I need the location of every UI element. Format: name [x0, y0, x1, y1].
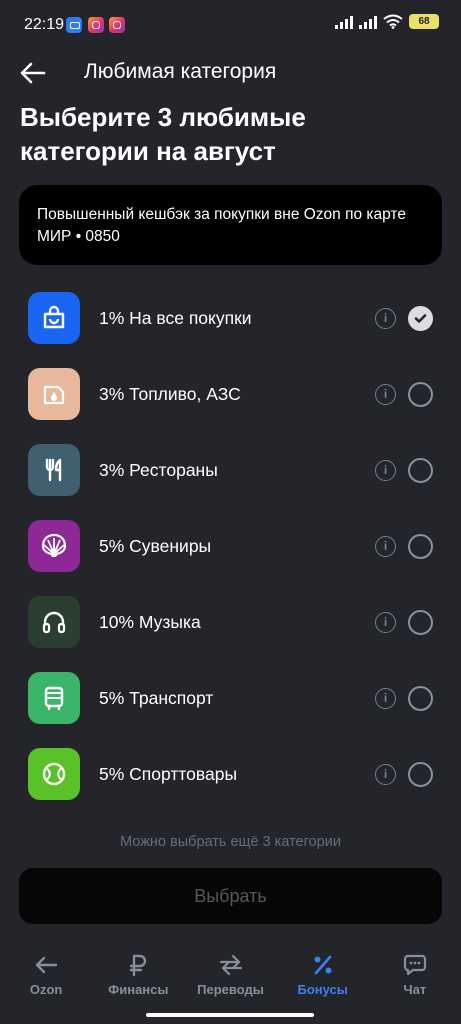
nav-item-chat[interactable]: Чат: [369, 940, 461, 1010]
info-icon[interactable]: i: [375, 688, 396, 709]
page-title: Любимая категория: [84, 60, 277, 83]
category-icon: [28, 672, 80, 724]
info-icon[interactable]: i: [375, 460, 396, 481]
info-icon[interactable]: i: [375, 612, 396, 633]
selection-hint: Можно выбрать ещё 3 категории: [120, 834, 341, 850]
category-checkbox[interactable]: [408, 686, 433, 711]
signal-icon: [359, 15, 377, 29]
choose-button[interactable]: Выбрать: [19, 868, 442, 924]
category-label: 10% Музыка: [99, 612, 201, 632]
instagram-notification-icon: [109, 17, 125, 33]
nav-item-finance[interactable]: Финансы: [92, 940, 184, 1010]
info-icon[interactable]: i: [375, 764, 396, 785]
category-row[interactable]: 5% Транспорт i: [0, 660, 461, 736]
shell-icon: [41, 533, 67, 557]
status-bar: 22:19 68: [0, 0, 461, 48]
nav-label: Бонусы: [297, 982, 348, 997]
status-indicators: 68: [335, 14, 439, 29]
category-checkbox[interactable]: [408, 382, 433, 407]
category-checkbox[interactable]: [408, 306, 433, 331]
nav-label: Ozon: [29, 982, 63, 997]
headline: Выберите 3 любимые категории на август: [20, 102, 306, 166]
info-icon[interactable]: i: [375, 536, 396, 557]
arrow-left-icon: [20, 62, 46, 84]
home-indicator[interactable]: [146, 1013, 314, 1017]
top-app-bar: Любимая категория: [0, 52, 461, 92]
nav-label: Чат: [403, 982, 427, 997]
category-row[interactable]: 5% Сувениры i: [0, 508, 461, 584]
info-icon[interactable]: i: [375, 384, 396, 405]
fuel-icon: [43, 385, 65, 405]
category-list: 1% На все покупки i 3% Топливо, АЗС i 3%…: [0, 280, 461, 812]
category-label: 3% Рестораны: [99, 460, 218, 480]
shopping-bag-icon: [43, 305, 65, 329]
instagram-notification-icon: [88, 17, 104, 33]
percent-icon: [308, 950, 338, 980]
nav-item-ozon[interactable]: Ozon: [0, 940, 92, 1010]
headphones-icon: [42, 611, 66, 634]
category-label: 1% На все покупки: [99, 308, 252, 328]
info-card: Повышенный кешбэк за покупки вне Ozon по…: [19, 185, 442, 265]
wifi-icon: [383, 14, 403, 29]
cutlery-icon: [45, 458, 62, 482]
category-icon: [28, 444, 80, 496]
info-icon[interactable]: i: [375, 308, 396, 329]
checkmark-icon: [414, 314, 427, 323]
arrow-left-icon: [31, 950, 61, 980]
category-checkbox[interactable]: [408, 458, 433, 483]
status-time: 22:19: [24, 16, 65, 33]
category-icon: [28, 748, 80, 800]
chat-icon: [400, 950, 430, 980]
category-row[interactable]: 1% На все покупки i: [0, 280, 461, 356]
category-label: 5% Транспорт: [99, 688, 214, 708]
category-checkbox[interactable]: [408, 762, 433, 787]
category-label: 3% Топливо, АЗС: [99, 384, 241, 404]
message-notification-icon: [66, 17, 82, 33]
signal-icon: [335, 15, 353, 29]
nav-item-bonuses[interactable]: Бонусы: [277, 940, 369, 1010]
category-icon: [28, 520, 80, 572]
category-row[interactable]: 3% Рестораны i: [0, 432, 461, 508]
category-checkbox[interactable]: [408, 534, 433, 559]
back-button[interactable]: [16, 56, 50, 90]
category-icon: [28, 368, 80, 420]
info-card-text: Повышенный кешбэк за покупки вне Ozon по…: [37, 206, 406, 245]
category-icon: [28, 596, 80, 648]
nav-label: Переводы: [197, 982, 264, 997]
nav-label: Финансы: [108, 982, 169, 997]
category-label: 5% Сувениры: [99, 536, 212, 556]
ball-icon: [42, 762, 66, 786]
category-row[interactable]: 3% Топливо, АЗС i: [0, 356, 461, 432]
category-label: 5% Спорттовары: [99, 764, 238, 784]
category-checkbox[interactable]: [408, 610, 433, 635]
nav-item-transfers[interactable]: Переводы: [184, 940, 276, 1010]
bus-icon: [44, 686, 64, 711]
category-row[interactable]: 10% Музыка i: [0, 584, 461, 660]
ruble-icon: [123, 950, 153, 980]
category-icon: [28, 292, 80, 344]
category-row[interactable]: 5% Спорттовары i: [0, 736, 461, 812]
transfer-icon: [216, 950, 246, 980]
bottom-navigation: Ozon Финансы Переводы Бонусы Чат: [0, 940, 461, 1010]
battery-icon: 68: [409, 14, 439, 29]
